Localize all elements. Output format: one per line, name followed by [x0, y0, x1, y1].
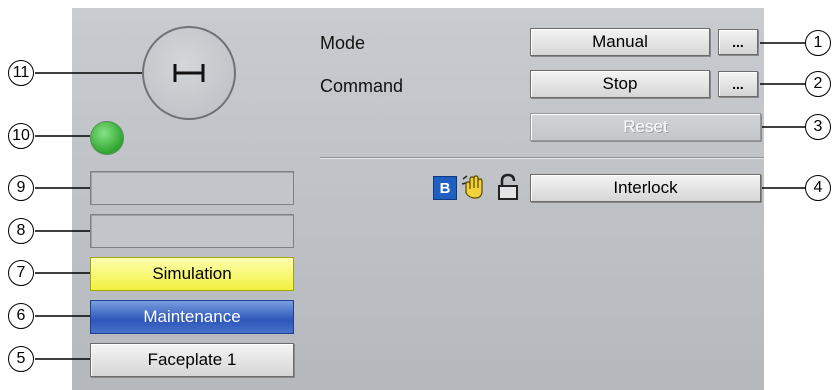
callout-7: 7: [8, 260, 34, 286]
callout-4: 4: [805, 175, 831, 201]
callout-11: 11: [8, 60, 34, 86]
callout-lines: [35, 42, 806, 360]
callout-3: 3: [805, 114, 831, 140]
callout-2: 2: [805, 71, 831, 97]
callout-9: 9: [8, 175, 34, 201]
callout-5: 5: [8, 346, 34, 372]
callout-6: 6: [8, 303, 34, 329]
callout-10: 10: [8, 123, 34, 149]
callout-8: 8: [8, 218, 34, 244]
callout-1: 1: [805, 30, 831, 56]
